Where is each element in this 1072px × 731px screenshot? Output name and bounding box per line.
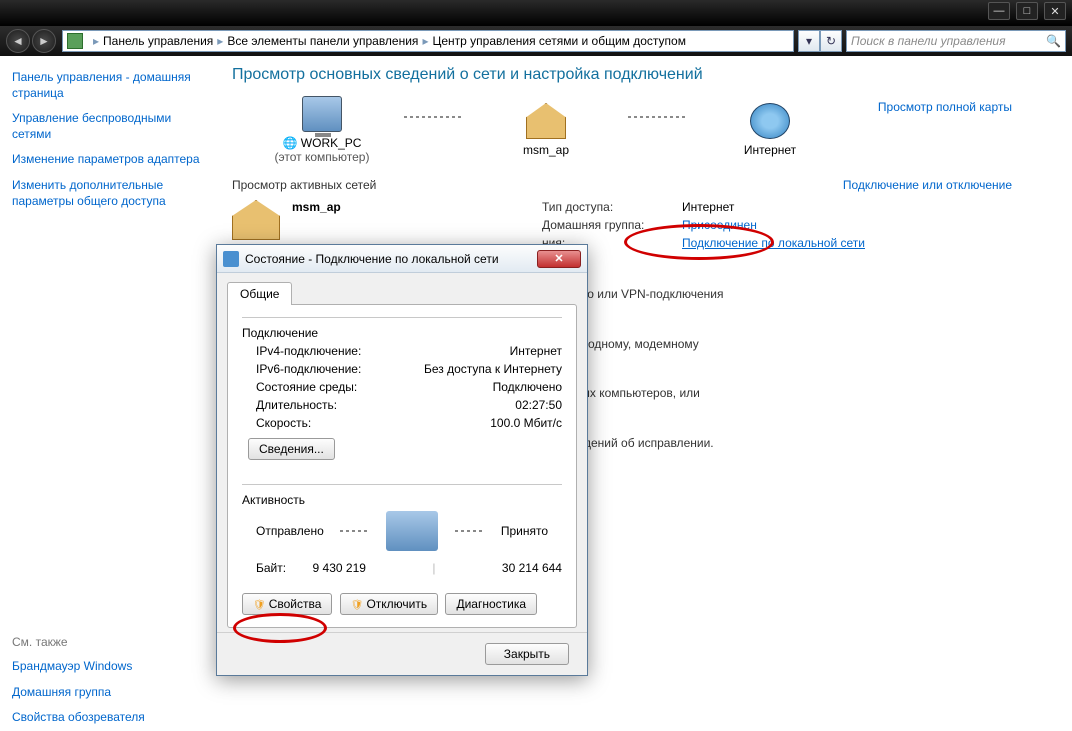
search-input[interactable]: Поиск в панели управления 🔍 bbox=[846, 30, 1066, 52]
activity-group-label: Активность bbox=[242, 493, 311, 507]
sidebar-home[interactable]: Панель управления - домашняя страница bbox=[12, 70, 200, 101]
control-panel-icon bbox=[67, 33, 83, 49]
page-title: Просмотр основных сведений о сети и наст… bbox=[232, 66, 1052, 84]
bytes-key: Байт: bbox=[256, 561, 286, 575]
connection-group-label: Подключение bbox=[242, 326, 324, 340]
media-value: Подключено bbox=[493, 380, 562, 394]
ipv4-key: IPv4-подключение: bbox=[256, 344, 361, 358]
close-button[interactable]: Закрыть bbox=[485, 643, 569, 665]
close-window-button[interactable]: ✕ bbox=[1044, 2, 1066, 20]
sidebar-adapter[interactable]: Изменение параметров адаптера bbox=[12, 152, 200, 168]
access-type-value: Интернет bbox=[682, 200, 734, 214]
full-map-link[interactable]: Просмотр полной карты bbox=[878, 100, 1012, 164]
active-networks-label: Просмотр активных сетей bbox=[232, 178, 376, 192]
back-button[interactable]: ◄ bbox=[6, 29, 30, 53]
globe-mark: 🌐 bbox=[283, 136, 298, 150]
activity-line-icon bbox=[340, 530, 370, 532]
media-key: Состояние среды: bbox=[256, 380, 357, 394]
topo-line-icon bbox=[628, 116, 688, 118]
breadcrumb-2[interactable]: Все элементы панели управления bbox=[227, 34, 418, 48]
search-icon: 🔍 bbox=[1046, 34, 1061, 48]
speed-value: 100.0 Мбит/с bbox=[490, 416, 562, 430]
internet-label: Интернет bbox=[710, 143, 830, 157]
disable-button[interactable]: Отключить bbox=[340, 593, 438, 615]
window-chrome: — □ ✕ bbox=[0, 0, 1072, 26]
dialog-close-button[interactable]: ✕ bbox=[537, 250, 581, 268]
minimize-button[interactable]: — bbox=[988, 2, 1010, 20]
ap-name: msm_ap bbox=[486, 143, 606, 157]
maximize-button[interactable]: □ bbox=[1016, 2, 1038, 20]
ipv4-value: Интернет bbox=[510, 344, 562, 358]
activity-line-icon bbox=[455, 530, 485, 532]
dialog-title: Состояние - Подключение по локальной сет… bbox=[245, 252, 499, 266]
duration-value: 02:27:50 bbox=[515, 398, 562, 412]
search-placeholder: Поиск в панели управления bbox=[851, 34, 1006, 48]
breadcrumb-1[interactable]: Панель управления bbox=[103, 34, 213, 48]
address-dropdown[interactable]: ▾ bbox=[798, 30, 820, 52]
forward-button[interactable]: ► bbox=[32, 29, 56, 53]
received-label: Принято bbox=[501, 524, 548, 538]
pc-icon bbox=[302, 96, 342, 132]
sidebar-wifi[interactable]: Управление беспроводными сетями bbox=[12, 111, 200, 142]
refresh-button[interactable]: ↻ bbox=[820, 30, 842, 52]
diagnostics-button[interactable]: Диагностика bbox=[445, 593, 537, 615]
sidebar-homegroup[interactable]: Домашняя группа bbox=[12, 685, 200, 701]
sidebar-ie[interactable]: Свойства обозревателя bbox=[12, 710, 200, 726]
sent-label: Отправлено bbox=[256, 524, 324, 538]
ipv6-key: IPv6-подключение: bbox=[256, 362, 361, 376]
dialog-icon bbox=[223, 251, 239, 267]
sidebar-sharing[interactable]: Изменить дополнительные параметры общего… bbox=[12, 178, 200, 209]
see-also-label: См. также bbox=[12, 635, 200, 649]
dialog-titlebar[interactable]: Состояние - Подключение по локальной сет… bbox=[217, 245, 587, 273]
address-bar[interactable]: ▸ Панель управления ▸ Все элементы панел… bbox=[62, 30, 794, 52]
bytes-sent: 9 430 219 bbox=[313, 561, 366, 575]
explorer-toolbar: ◄ ► ▸ Панель управления ▸ Все элементы п… bbox=[0, 26, 1072, 56]
lan-connection-link[interactable]: Подключение по локальной сети bbox=[682, 236, 865, 250]
router-icon bbox=[526, 103, 566, 139]
obscured-text: , прямого или VPN-подключения му, провод… bbox=[542, 278, 1052, 460]
properties-button[interactable]: Свойства bbox=[242, 593, 332, 615]
status-dialog: Состояние - Подключение по локальной сет… bbox=[216, 244, 588, 676]
duration-key: Длительность: bbox=[256, 398, 337, 412]
ipv6-value: Без доступа к Интернету bbox=[424, 362, 562, 376]
activity-pc-icon bbox=[386, 511, 438, 551]
pc-sub: (этот компьютер) bbox=[262, 150, 382, 164]
homegroup-value[interactable]: Присоединен bbox=[682, 218, 757, 232]
bytes-received: 30 214 644 bbox=[502, 561, 562, 575]
network-house-icon bbox=[232, 200, 280, 240]
sidebar: Панель управления - домашняя страница Уп… bbox=[0, 56, 212, 731]
connect-disconnect-link[interactable]: Подключение или отключение bbox=[843, 178, 1012, 192]
speed-key: Скорость: bbox=[256, 416, 311, 430]
topo-line-icon bbox=[404, 116, 464, 118]
sidebar-firewall[interactable]: Брандмауэр Windows bbox=[12, 659, 200, 675]
internet-icon bbox=[750, 103, 790, 139]
pc-name: WORK_PC bbox=[301, 136, 362, 150]
network-name: msm_ap bbox=[292, 200, 341, 214]
tab-general[interactable]: Общие bbox=[227, 282, 292, 305]
homegroup-key: Домашняя группа: bbox=[542, 218, 682, 232]
details-button[interactable]: Сведения... bbox=[248, 438, 335, 460]
access-type-key: Тип доступа: bbox=[542, 200, 682, 214]
network-topology: 🌐 WORK_PC (этот компьютер) msm_ap Интерн… bbox=[262, 96, 830, 164]
breadcrumb-3[interactable]: Центр управления сетями и общим доступом bbox=[432, 34, 686, 48]
